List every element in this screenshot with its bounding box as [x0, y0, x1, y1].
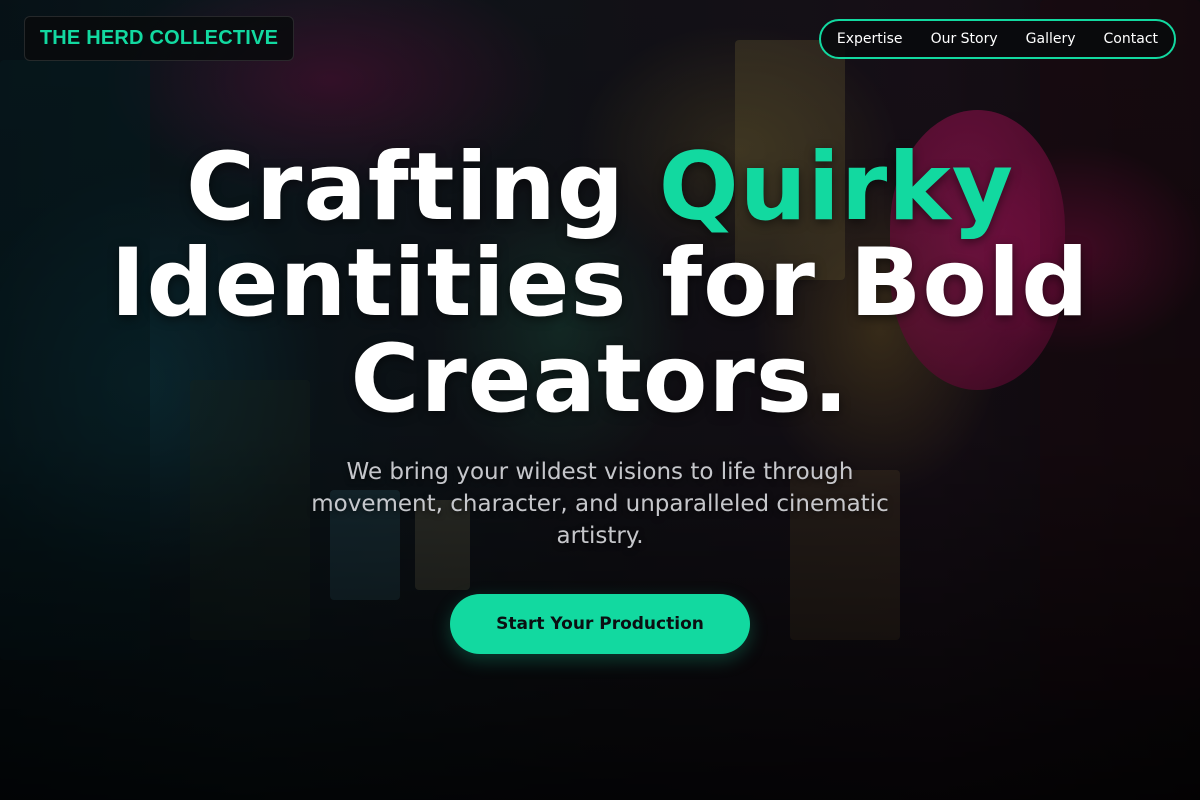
hero-headline: Crafting Quirky Identities for Bold Crea…	[0, 140, 1200, 428]
headline-line-2: Identities for Bold	[110, 229, 1090, 338]
nav-link-our-story[interactable]: Our Story	[929, 31, 1000, 47]
headline-line-1: Crafting Quirky	[186, 133, 1014, 242]
start-production-button[interactable]: Start Your Production	[450, 594, 750, 654]
headline-line-3: Creators.	[350, 325, 850, 434]
hero-content: Crafting Quirky Identities for Bold Crea…	[0, 140, 1200, 552]
nav-link-gallery[interactable]: Gallery	[1024, 31, 1078, 47]
headline-accent-word: Quirky	[658, 133, 1014, 242]
hero-subtitle: We bring your wildest visions to life th…	[311, 459, 889, 549]
hero-section: THE HERD COLLECTIVE Expertise Our Story …	[0, 0, 1200, 800]
nav-link-contact[interactable]: Contact	[1102, 31, 1160, 47]
nav-link-expertise[interactable]: Expertise	[835, 31, 905, 47]
headline-text-crafting: Crafting	[186, 133, 659, 242]
brand-logo[interactable]: THE HERD COLLECTIVE	[24, 16, 294, 61]
main-nav: Expertise Our Story Gallery Contact	[818, 19, 1176, 59]
